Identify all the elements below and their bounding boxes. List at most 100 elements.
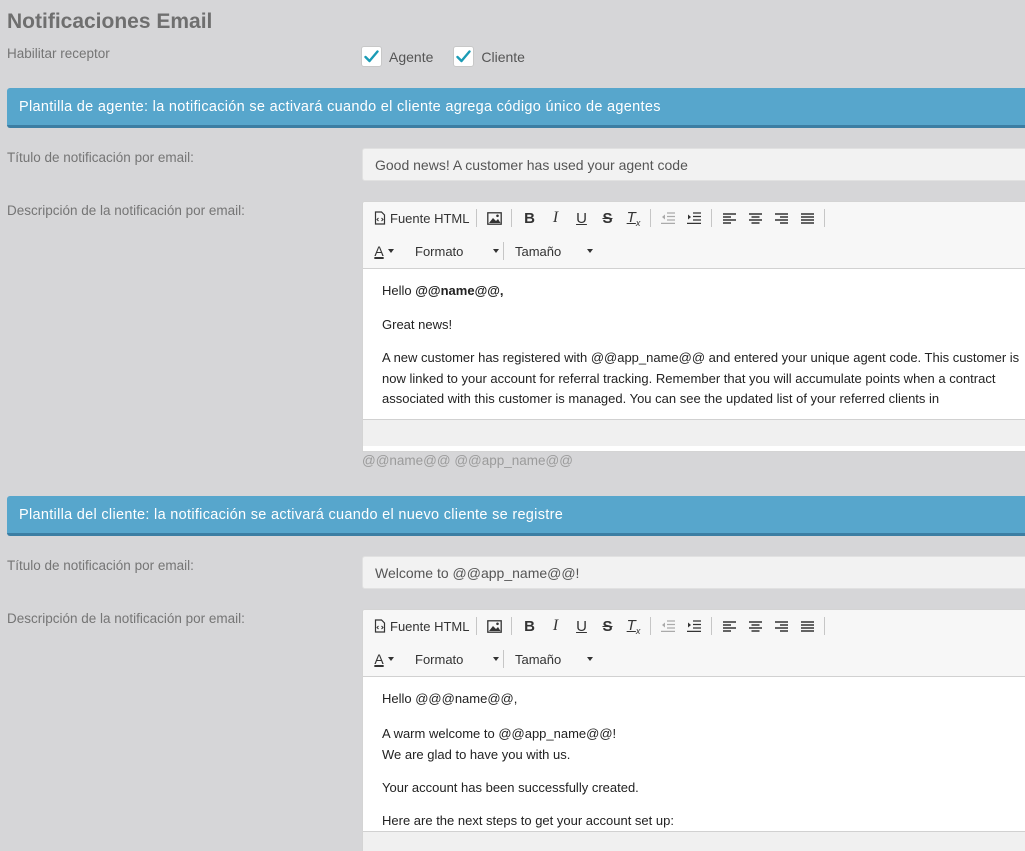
source-html-button[interactable]: Fuente HTML [371, 206, 472, 230]
size-dropdown-label: Tamaño [515, 651, 562, 667]
underline-button[interactable]: U [568, 206, 594, 230]
align-center-button[interactable] [742, 206, 768, 230]
toolbar-separator [650, 617, 652, 635]
source-html-button[interactable]: Fuente HTML [371, 614, 472, 638]
client-title-label: Título de notificación por email: [7, 558, 194, 573]
chevron-down-icon [587, 657, 593, 661]
text-color-icon: A [374, 243, 384, 259]
editor-content-area[interactable]: Hello @@@name@@, A warm welcome to @@app… [363, 677, 1025, 831]
editor-toolbar: Fuente HTML B I U S Tx A Formato Tamaño [363, 202, 1025, 269]
clear-format-button[interactable]: Tx [620, 206, 646, 230]
italic-icon: I [552, 209, 559, 226]
chevron-down-icon [493, 249, 499, 253]
email-paragraph: A new customer has registered with @@app… [382, 350, 1020, 406]
text-color-button[interactable]: A [371, 647, 397, 671]
align-center-button[interactable] [742, 614, 768, 638]
source-icon [374, 211, 386, 225]
align-right-button[interactable] [768, 206, 794, 230]
strike-button[interactable]: S [594, 206, 620, 230]
clear-format-icon: Tx [626, 208, 641, 228]
align-right-icon [774, 620, 788, 632]
email-paragraph: Your account has been successfully creat… [382, 779, 639, 795]
align-center-icon [748, 620, 762, 632]
client-description-editor: Fuente HTML B I U S Tx A Formato Tamaño … [362, 609, 1025, 851]
chevron-down-icon [387, 249, 394, 253]
outdent-button[interactable] [655, 614, 681, 638]
agent-checkbox[interactable] [361, 46, 382, 67]
toolbar-separator [503, 650, 504, 668]
page-title: Notificaciones Email [7, 10, 213, 33]
client-title-input[interactable] [362, 556, 1025, 589]
text-color-icon: A [374, 651, 384, 667]
justify-button[interactable] [794, 614, 820, 638]
text-color-button[interactable]: A [371, 239, 397, 263]
client-checkbox-item[interactable]: Cliente [453, 46, 525, 67]
chevron-down-icon [587, 249, 593, 253]
justify-button[interactable] [794, 206, 820, 230]
justify-icon [800, 212, 814, 224]
toolbar-separator [511, 209, 513, 227]
italic-icon: I [552, 617, 559, 634]
image-button[interactable] [481, 206, 507, 230]
underline-icon: U [576, 209, 587, 227]
indent-icon [687, 212, 702, 224]
clear-format-icon: Tx [626, 616, 641, 636]
source-html-label: Fuente HTML [390, 210, 470, 226]
outdent-button[interactable] [655, 206, 681, 230]
align-left-button[interactable] [716, 614, 742, 638]
client-desc-label: Descripción de la notificación por email… [7, 611, 245, 626]
email-paragraph: A warm welcome to @@app_name@@! We are gl… [382, 723, 1022, 765]
format-dropdown[interactable]: Formato [415, 652, 499, 667]
format-dropdown[interactable]: Formato [415, 244, 499, 259]
email-paragraph: Great news! [382, 316, 453, 332]
source-html-label: Fuente HTML [390, 618, 470, 634]
email-line: A warm welcome to @@app_name@@! [382, 725, 617, 741]
template-variables: @@name@@ @@app_name@@ [362, 453, 573, 468]
size-dropdown-label: Tamaño [515, 243, 562, 259]
strike-icon: S [602, 617, 613, 635]
agent-template-header: Plantilla de agente: la notificación se … [7, 88, 1025, 128]
toolbar-separator [511, 617, 513, 635]
strike-button[interactable]: S [594, 614, 620, 638]
indent-button[interactable] [681, 206, 707, 230]
toolbar-separator [503, 242, 504, 260]
email-greeting-name: @@name@@, [415, 283, 504, 298]
italic-button[interactable]: I [542, 206, 568, 230]
outdent-icon [661, 620, 676, 632]
indent-button[interactable] [681, 614, 707, 638]
bold-button[interactable]: B [516, 614, 542, 638]
agent-title-input[interactable] [362, 148, 1025, 181]
bold-button[interactable]: B [516, 206, 542, 230]
format-dropdown-label: Formato [415, 243, 464, 259]
underline-button[interactable]: U [568, 614, 594, 638]
image-icon [487, 619, 502, 633]
receptor-checkboxes: Agente Cliente [361, 46, 545, 67]
italic-button[interactable]: I [542, 614, 568, 638]
agent-desc-label: Descripción de la notificación por email… [7, 203, 245, 218]
chevron-down-icon [493, 657, 499, 661]
toolbar-separator [650, 209, 652, 227]
size-dropdown[interactable]: Tamaño [515, 244, 593, 259]
align-right-button[interactable] [768, 614, 794, 638]
agent-title-label: Título de notificación por email: [7, 150, 194, 165]
toolbar-separator [824, 617, 826, 635]
toolbar-separator [711, 209, 713, 227]
bold-icon: B [524, 209, 535, 227]
clear-format-button[interactable]: Tx [620, 614, 646, 638]
size-dropdown[interactable]: Tamaño [515, 652, 593, 667]
indent-icon [687, 620, 702, 632]
image-button[interactable] [481, 614, 507, 638]
align-left-icon [722, 212, 736, 224]
agent-checkbox-label: Agente [389, 48, 434, 65]
image-icon [487, 211, 502, 225]
check-icon [456, 50, 472, 63]
strike-icon: S [602, 209, 613, 227]
editor-content-area[interactable]: Hello @@name@@, Great news! A new custom… [363, 269, 1025, 419]
toolbar-separator [476, 209, 478, 227]
client-template-header: Plantilla del cliente: la notificación s… [7, 496, 1025, 536]
align-left-button[interactable] [716, 206, 742, 230]
align-center-icon [748, 212, 762, 224]
toolbar-separator [711, 617, 713, 635]
agent-checkbox-item[interactable]: Agente [361, 46, 433, 67]
client-checkbox[interactable] [453, 46, 475, 67]
